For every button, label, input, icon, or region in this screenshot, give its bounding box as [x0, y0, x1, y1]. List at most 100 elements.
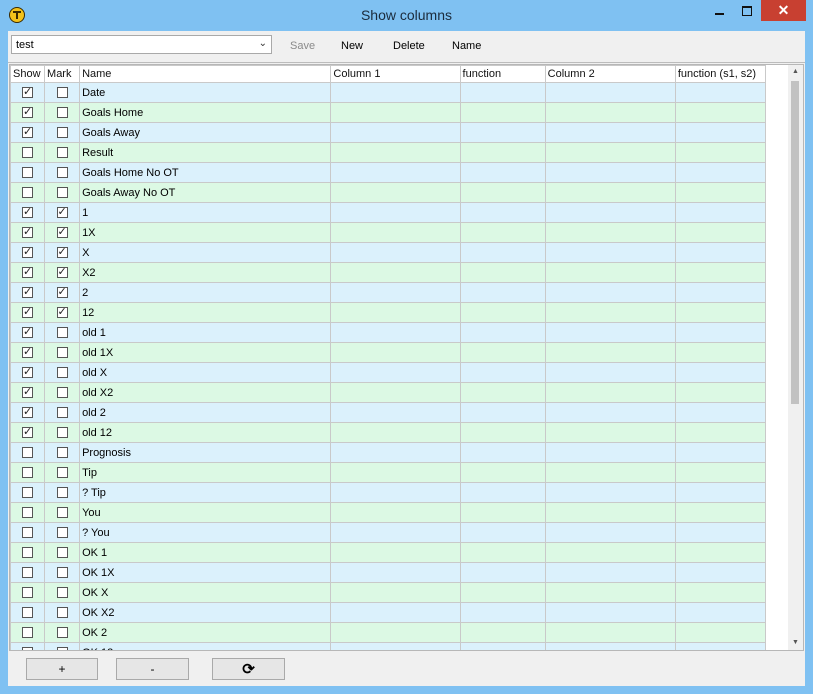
save-button[interactable]: Save — [290, 40, 315, 52]
function-cell[interactable] — [459, 322, 546, 343]
function-s1-s2-cell[interactable] — [674, 382, 767, 403]
mark-checkbox[interactable] — [56, 487, 68, 499]
show-checkbox[interactable] — [22, 587, 34, 599]
show-checkbox[interactable] — [22, 85, 34, 99]
name-cell[interactable]: You — [79, 502, 332, 523]
name-cell[interactable]: OK 1X — [79, 562, 332, 583]
table-row[interactable]: Tip — [10, 462, 767, 483]
function-s1-s2-cell[interactable] — [674, 342, 767, 363]
column-2-cell[interactable] — [544, 182, 676, 203]
scroll-thumb[interactable] — [791, 81, 799, 404]
mark-checkbox[interactable] — [56, 127, 68, 139]
column-2-cell[interactable] — [544, 422, 676, 443]
function-cell[interactable] — [459, 502, 546, 523]
column-2-cell[interactable] — [544, 262, 676, 283]
show-checkbox[interactable] — [22, 425, 34, 439]
mark-checkbox[interactable] — [56, 187, 68, 199]
name-cell[interactable]: Goals Away — [79, 122, 332, 143]
table-row[interactable]: old 2 — [10, 402, 767, 423]
name-cell[interactable]: OK 2 — [79, 622, 332, 643]
table-row[interactable]: You — [10, 502, 767, 523]
title-bar[interactable]: Show columns ✕ — [0, 0, 813, 31]
column-1-cell[interactable] — [330, 462, 461, 483]
table-row[interactable]: OK X — [10, 582, 767, 603]
maximize-button[interactable] — [733, 0, 760, 21]
show-checkbox[interactable] — [22, 385, 34, 399]
function-s1-s2-cell[interactable] — [674, 582, 767, 603]
column-2-cell[interactable] — [544, 362, 676, 383]
column-1-cell[interactable] — [330, 562, 461, 583]
table-row[interactable]: X2 — [10, 262, 767, 283]
show-checkbox[interactable] — [22, 187, 34, 199]
mark-checkbox[interactable] — [56, 447, 68, 459]
mark-checkbox[interactable] — [56, 647, 68, 650]
column-2-cell[interactable] — [544, 222, 676, 243]
column-2-cell[interactable] — [544, 382, 676, 403]
show-checkbox[interactable] — [22, 365, 34, 379]
function-s1-s2-cell[interactable] — [674, 602, 767, 623]
table-row[interactable]: Goals Home No OT — [10, 162, 767, 183]
function-s1-s2-cell[interactable] — [674, 302, 767, 323]
column-1-cell[interactable] — [330, 342, 461, 363]
scroll-up-icon[interactable]: ▲ — [788, 65, 803, 79]
name-cell[interactable]: Goals Home No OT — [79, 162, 332, 183]
function-cell[interactable] — [459, 182, 546, 203]
name-cell[interactable]: Goals Home — [79, 102, 332, 123]
mark-checkbox[interactable] — [56, 367, 68, 379]
column-2-cell[interactable] — [544, 642, 676, 650]
function-s1-s2-cell[interactable] — [674, 282, 767, 303]
column-2-cell[interactable] — [544, 582, 676, 603]
column-1-cell[interactable] — [330, 262, 461, 283]
function-s1-s2-cell[interactable] — [674, 202, 767, 223]
show-checkbox[interactable] — [22, 105, 34, 119]
name-cell[interactable]: old 2 — [79, 402, 332, 423]
table-row[interactable]: OK X2 — [10, 602, 767, 623]
name-cell[interactable]: ? You — [79, 522, 332, 543]
header-function[interactable]: function — [459, 65, 546, 83]
show-checkbox[interactable] — [22, 567, 34, 579]
name-cell[interactable]: OK 12 — [79, 642, 332, 650]
function-s1-s2-cell[interactable] — [674, 562, 767, 583]
function-cell[interactable] — [459, 602, 546, 623]
function-s1-s2-cell[interactable] — [674, 102, 767, 123]
function-s1-s2-cell[interactable] — [674, 502, 767, 523]
column-2-cell[interactable] — [544, 142, 676, 163]
table-row[interactable]: OK 1X — [10, 562, 767, 583]
name-cell[interactable]: 1 — [79, 202, 332, 223]
function-cell[interactable] — [459, 202, 546, 223]
column-2-cell[interactable] — [544, 202, 676, 223]
function-s1-s2-cell[interactable] — [674, 162, 767, 183]
profile-select[interactable]: test ⌄ — [11, 35, 272, 54]
column-2-cell[interactable] — [544, 482, 676, 503]
show-checkbox[interactable] — [22, 245, 34, 259]
mark-checkbox[interactable] — [56, 547, 68, 559]
column-2-cell[interactable] — [544, 602, 676, 623]
name-cell[interactable]: Result — [79, 142, 332, 163]
column-1-cell[interactable] — [330, 602, 461, 623]
show-checkbox[interactable] — [22, 547, 34, 559]
function-cell[interactable] — [459, 402, 546, 423]
name-cell[interactable]: X — [79, 242, 332, 263]
function-s1-s2-cell[interactable] — [674, 362, 767, 383]
name-button[interactable]: Name — [452, 40, 481, 52]
function-cell[interactable] — [459, 482, 546, 503]
name-cell[interactable]: 1X — [79, 222, 332, 243]
mark-checkbox[interactable] — [56, 225, 68, 239]
column-2-cell[interactable] — [544, 522, 676, 543]
column-2-cell[interactable] — [544, 462, 676, 483]
mark-checkbox[interactable] — [56, 305, 68, 319]
column-1-cell[interactable] — [330, 222, 461, 243]
function-s1-s2-cell[interactable] — [674, 542, 767, 563]
column-1-cell[interactable] — [330, 542, 461, 563]
mark-checkbox[interactable] — [56, 467, 68, 479]
column-2-cell[interactable] — [544, 242, 676, 263]
function-cell[interactable] — [459, 302, 546, 323]
mark-checkbox[interactable] — [56, 587, 68, 599]
column-2-cell[interactable] — [544, 162, 676, 183]
function-s1-s2-cell[interactable] — [674, 422, 767, 443]
add-button[interactable]: + — [26, 658, 98, 680]
function-s1-s2-cell[interactable] — [674, 322, 767, 343]
column-2-cell[interactable] — [544, 282, 676, 303]
column-2-cell[interactable] — [544, 82, 676, 103]
header-show[interactable]: Show — [10, 65, 46, 83]
